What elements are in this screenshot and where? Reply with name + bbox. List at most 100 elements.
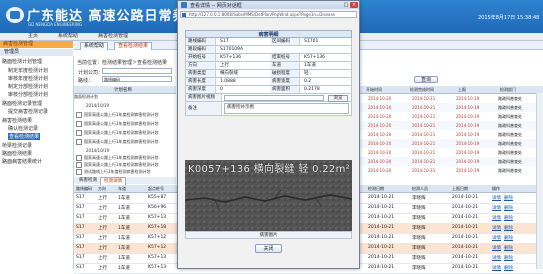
sidebar-item-view-results[interactable]: 查看检测结果 xyxy=(8,133,41,140)
scrollbar[interactable] xyxy=(536,93,543,269)
sidebar-item-make-branch[interactable]: 制定分部检测计划 xyxy=(8,83,48,90)
col-person-header: 检测人员 xyxy=(412,186,428,191)
delete-link[interactable]: 删除 xyxy=(504,205,513,211)
nav-disease[interactable]: 病害检测管理 xyxy=(96,33,130,40)
start-date: 2014-10-20 xyxy=(368,105,392,110)
plan-table-row[interactable]: 2014-10-20 2014-10-21 2014-10-19 路政科普查处 xyxy=(356,139,543,148)
report-date: 2014-10-19 xyxy=(456,96,480,101)
plan-table-row[interactable]: 2014-10-20 2014-10-21 2014-10-19 路政科普查处 xyxy=(356,94,543,103)
sidebar-tab[interactable]: 病害检测管理 xyxy=(0,41,73,48)
sidebar-item-records[interactable]: 路面检测记录管理 xyxy=(2,100,42,107)
field-value: K57+136 xyxy=(304,55,326,60)
close-icon[interactable]: × xyxy=(350,2,358,8)
field-value[interactable]: 横向裂缝 xyxy=(218,70,270,77)
person: 李晓辉 xyxy=(412,256,426,261)
row-checkbox[interactable] xyxy=(76,162,82,168)
photo-caption: K0057+136 横向裂缝 轻 0.22m² xyxy=(188,164,350,175)
tab-disease[interactable]: 病害检测 xyxy=(76,177,100,184)
delete-link[interactable]: 删除 xyxy=(504,195,513,201)
detail-link[interactable]: 详情 xyxy=(492,255,501,261)
delete-link[interactable]: 删除 xyxy=(504,245,513,251)
finish-date: 2014-10-21 xyxy=(412,159,436,164)
date: 2014-10-21 xyxy=(368,245,395,250)
person: 李晓辉 xyxy=(412,226,426,231)
field-value: S17 xyxy=(220,39,229,44)
finish-date: 2014-10-21 xyxy=(412,132,436,137)
upload-row: 病害图片视频 浏览 xyxy=(185,94,352,102)
close-button[interactable]: 关闭 xyxy=(255,244,282,253)
list-item[interactable]: 国家高速公路上行1年度检测病害检测计划 xyxy=(74,139,176,148)
detail-link[interactable]: 详情 xyxy=(492,215,501,221)
list-item-text: 路面检测计划 xyxy=(74,94,98,99)
row-checkbox[interactable] xyxy=(76,121,82,127)
dept: 路政科普查处 xyxy=(498,123,522,128)
upload-input[interactable] xyxy=(224,95,324,101)
sidebar-item-make-annual[interactable]: 制定年度检测计划 xyxy=(8,67,48,74)
list-item[interactable]: 国家高速公路上行1年度检测病害检测计划 xyxy=(74,121,176,130)
sidebar-item-stats[interactable]: 路面病害结果统计 xyxy=(2,158,42,165)
detail-link[interactable]: 详情 xyxy=(492,265,501,271)
plan-table-row[interactable]: 2014-10-20 2014-10-21 2014-10-19 路政科普查处 xyxy=(356,112,543,121)
plan-table-row[interactable]: 2014-10-20 2014-10-21 2014-10-19 路政科普查处 xyxy=(356,103,543,112)
maximize-icon[interactable]: □ xyxy=(342,2,350,8)
detail-link[interactable]: 详情 xyxy=(492,205,501,211)
sidebar-item-road-result[interactable]: 路面检测结果 xyxy=(2,150,32,157)
field-value[interactable]: 轻 xyxy=(302,70,354,77)
field-label: 病害长度 xyxy=(186,78,216,85)
row-checkbox[interactable] xyxy=(76,112,82,118)
delete-link[interactable]: 删除 xyxy=(504,265,513,271)
nav-help[interactable]: 系统帮助 xyxy=(56,33,80,40)
detail-link[interactable]: 详情 xyxy=(492,235,501,241)
plan-table-row[interactable]: 2014-10-20 2014-10-21 2014-10-19 路政科普查处 xyxy=(356,148,543,157)
sidebar-item-review-branch[interactable]: 审核分部检测计划 xyxy=(8,91,48,98)
list-item-text: 国家高速公路上行1年度检测病害检测计划 xyxy=(84,139,159,144)
nav-home[interactable]: 主页 xyxy=(26,33,40,40)
info-row: 病害类型 横向裂缝 破损程度轻 xyxy=(185,70,352,78)
route: S17 xyxy=(76,265,85,270)
delete-link[interactable]: 删除 xyxy=(504,215,513,221)
field-label: 路线编码 xyxy=(186,38,216,45)
delete-link[interactable]: 删除 xyxy=(504,255,513,261)
sidebar-item-confirm[interactable]: 确认检测记录 xyxy=(8,125,38,132)
sidebar-item-results[interactable]: 病害检测结果 xyxy=(2,117,32,124)
plan-table-row[interactable]: 2014-10-20 2014-10-21 2014-10-19 路政科普查处 xyxy=(356,121,543,130)
remark-label: 备注 xyxy=(186,102,222,115)
browse-button[interactable]: 浏览 xyxy=(328,95,348,102)
list-item[interactable]: 国家高速公路上行1年度检测病害检测计划 xyxy=(74,130,176,139)
sidebar-item-plan[interactable]: 路面检测计划管理 xyxy=(2,58,42,65)
row-checkbox[interactable] xyxy=(76,169,82,175)
plan-table-row[interactable]: 2014-10-20 2014-10-21 2014-10-19 路政科普查处 xyxy=(356,130,543,139)
tab-detail[interactable]: 检测详情 xyxy=(100,177,126,185)
sidebar-item-review-annual[interactable]: 审核年度检测计划 xyxy=(8,75,48,82)
list-item[interactable]: 国家高速公路上行1年度检测病害检测计划 xyxy=(74,112,176,121)
field-label: 路段编码 xyxy=(186,46,216,53)
field-label: 车道 xyxy=(270,62,300,69)
company-select[interactable] xyxy=(102,68,172,74)
date: 2014-10-21 xyxy=(368,195,395,200)
route: S17 xyxy=(76,245,85,250)
route-input[interactable]: 路线编码 xyxy=(102,76,172,82)
sidebar-item-submit[interactable]: 提交病害检测记录 xyxy=(8,108,48,115)
plan-table-row[interactable]: 2014-10-20 2014-10-21 2014-10-19 路政科普查处 xyxy=(356,166,543,175)
row-checkbox[interactable] xyxy=(76,155,82,161)
remark-textarea[interactable]: 病害检补示例 xyxy=(224,103,349,114)
delete-link[interactable]: 删除 xyxy=(504,225,513,231)
detail-link[interactable]: 详情 xyxy=(492,245,501,251)
row-checkbox[interactable] xyxy=(76,139,82,145)
plan-table-row[interactable]: 2014-10-20 2014-10-21 2014-10-19 路政科普查处 xyxy=(356,157,543,166)
delete-link[interactable]: 删除 xyxy=(504,235,513,241)
detail-link[interactable]: 详情 xyxy=(492,225,501,231)
tab-view-results[interactable]: 查看检测结果 xyxy=(114,42,153,50)
row-checkbox[interactable] xyxy=(76,130,82,136)
sidebar-item-bridge[interactable]: 桥梁检测记录 xyxy=(2,142,32,149)
report-date: 2014-10-19 xyxy=(456,159,480,164)
detail-link[interactable]: 详情 xyxy=(492,195,501,201)
col-dept-header: 检测部门 xyxy=(500,87,516,92)
query-button[interactable]: 查询 xyxy=(414,76,438,83)
dept: 路政科普查处 xyxy=(498,159,522,164)
finish-date: 2014-10-21 xyxy=(412,123,436,128)
tab-help[interactable]: 系统帮助 xyxy=(80,42,109,50)
list-item: 2014/10/19 xyxy=(74,103,188,112)
list-item[interactable]: 路面检测计划 xyxy=(74,94,176,103)
report-date: 2014-10-19 xyxy=(456,132,480,137)
